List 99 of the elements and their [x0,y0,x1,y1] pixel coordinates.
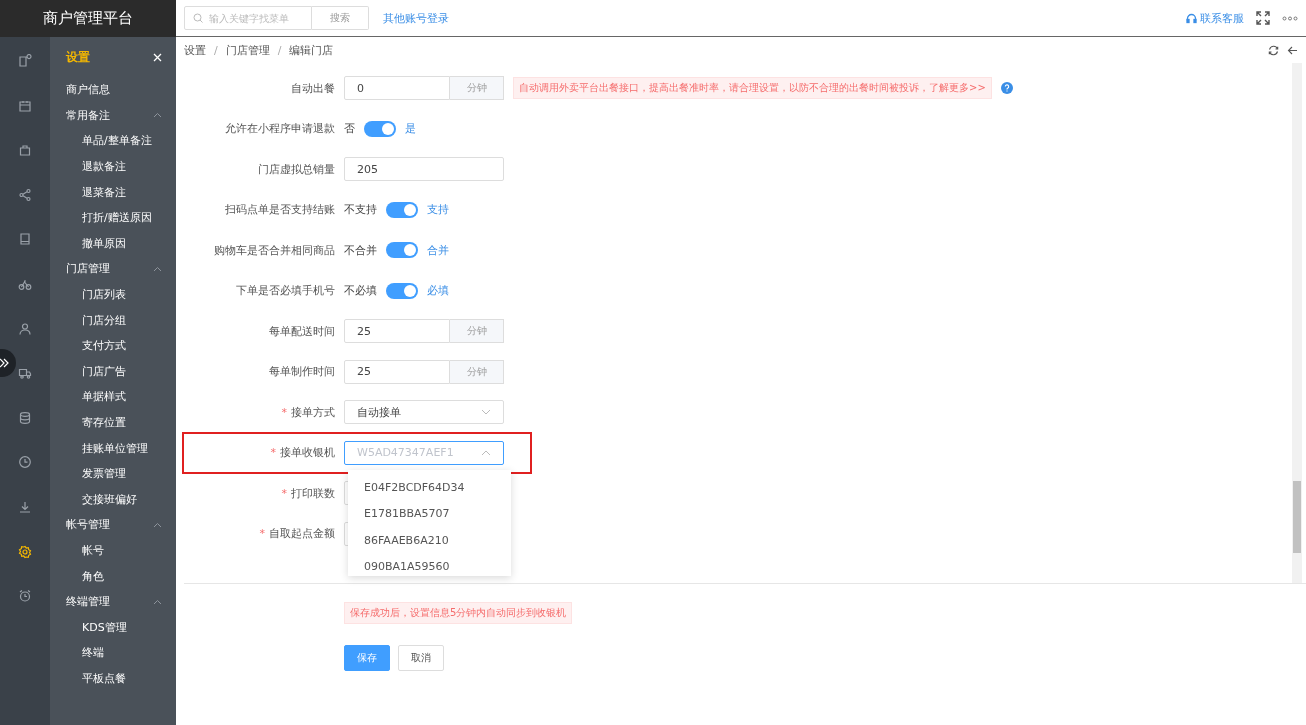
number-field[interactable]: 25 [344,319,450,344]
submenu-item[interactable]: KDS管理 [66,614,162,641]
submenu-item[interactable]: 门店列表 [66,281,162,308]
label-text: 自取起点金额 [269,527,335,541]
label-text: 每单制作时间 [269,365,335,379]
toggle-switch[interactable] [364,120,396,137]
menu-group[interactable]: 常用备注 [66,107,110,123]
submenu-item[interactable]: 挂账单位管理 [66,435,162,461]
calendar-icon[interactable] [18,98,32,113]
support-link[interactable]: 联系客服 [1200,10,1244,26]
submenu-item[interactable]: 打折/赠送原因 [66,204,162,231]
db-icon[interactable] [18,410,32,425]
breadcrumb-item[interactable]: 设置 [184,42,206,58]
breadcrumb-separator: / [277,43,282,57]
required-mark: * [281,486,287,500]
submenu-item[interactable]: 门店广告 [66,358,162,385]
label-text: 打印联数 [291,486,335,500]
switch-on-label: 是 [405,121,416,137]
label-text: 下单是否必填手机号 [236,284,335,298]
clock-icon[interactable] [18,455,32,470]
required-mark: * [281,405,287,419]
submenu-item[interactable]: 帐号 [66,537,162,564]
scrollbar[interactable] [1292,63,1302,583]
label-text: 自动出餐 [291,81,335,95]
tablet-icon[interactable] [18,232,32,247]
submenu-item[interactable]: 寄存位置 [66,409,162,436]
switch-on-label: 支持 [427,202,449,218]
select-field[interactable]: 自动接单 [344,400,504,425]
help-icon[interactable] [1000,82,1013,95]
toggle-switch[interactable] [386,201,418,218]
switch-off-label: 否 [344,121,355,137]
switch-on-label: 合并 [427,242,449,258]
unit-label: 分钟 [450,76,504,101]
submenu-item[interactable]: 终端 [66,640,162,666]
label-text: 门店虚拟总销量 [258,162,335,176]
dropdown-option[interactable]: 090BA1A59560 [348,553,511,576]
label-text: 每单配送时间 [269,324,335,338]
notice-text: 自动调用外卖平台出餐接口，提高出餐准时率，请合理设置，以防不合理的出餐时间被投诉，了解更多>> [513,77,992,100]
cancel-button[interactable]: 取消 [398,645,444,671]
submenu-item[interactable]: 角色 [66,563,162,589]
submenu-item[interactable]: 退菜备注 [66,179,162,205]
breadcrumb-item[interactable]: 门店管理 [225,42,270,58]
notice-text: 保存成功后，设置信息5分钟内自动同步到收银机 [344,602,573,624]
submenu-item[interactable]: 单品/整单备注 [66,128,162,154]
switch-off-label: 不必填 [344,283,377,299]
switch-on-label: 必填 [427,283,449,299]
select-placeholder: W5AD47347AEF1 [357,446,454,460]
breadcrumb-item: 编辑门店 [289,42,334,58]
switch-off-label: 不合并 [344,242,377,258]
alarm-icon[interactable] [18,589,32,604]
share-icon[interactable] [18,187,32,202]
submenu-item[interactable]: 支付方式 [66,332,162,359]
toggle-switch[interactable] [386,242,418,259]
menu-item[interactable]: 商户信息 [66,77,162,103]
label-text: 允许在小程序申请退款 [225,122,335,136]
back-arrow-icon[interactable] [1287,44,1298,56]
fullscreen-icon[interactable] [1256,11,1270,25]
user-icon[interactable] [18,321,32,336]
download-icon[interactable] [18,499,32,514]
submenu-item[interactable]: 单据样式 [66,384,162,410]
label-text: 扫码点单是否支持结账 [225,203,335,217]
breadcrumb-separator: / [214,43,218,57]
submenu-item[interactable]: 撤单原因 [66,230,162,257]
menu-group[interactable]: 门店管理 [66,261,110,277]
required-mark: * [259,527,265,541]
app-title: 商户管理平台 [0,0,176,37]
select-value: 自动接单 [357,404,401,420]
truck-icon[interactable] [18,366,32,381]
switch-account-link[interactable]: 其他账号登录 [383,10,449,26]
headset-icon [1186,12,1197,24]
menu-group[interactable]: 终端管理 [66,594,110,610]
more-icon[interactable] [1282,15,1298,21]
double-chevron-icon [0,358,9,368]
label-text: 购物车是否合并相同商品 [214,243,335,257]
menu-group[interactable]: 帐号管理 [66,517,110,533]
submenu-item[interactable]: 门店分组 [66,307,162,333]
gear-icon[interactable] [18,544,32,559]
bag-icon[interactable] [18,143,32,158]
dropdown-option[interactable]: E04F2BCDF64D34 [348,473,511,501]
unit-label: 分钟 [450,319,504,344]
menu-title: 设置 [66,49,90,65]
required-mark: * [270,446,276,460]
switch-off-label: 不支持 [344,202,377,218]
doc-icon[interactable] [18,54,32,68]
number-field[interactable]: 0 [344,76,450,101]
submenu-item[interactable]: 交接班偏好 [66,486,162,513]
refresh-icon[interactable] [1268,44,1279,56]
close-icon[interactable] [153,52,162,62]
label-text: 接单方式 [291,405,335,419]
submenu-item[interactable]: 退款备注 [66,153,162,180]
dropdown-option[interactable]: 86FAAEB6A210 [348,526,511,554]
label-text: 接单收银机 [280,446,335,460]
text-field[interactable]: 205 [344,157,504,182]
dropdown-option[interactable]: E1781BBA5707 [348,500,511,527]
submenu-item[interactable]: 平板点餐 [66,665,162,692]
number-field[interactable]: 25 [344,359,450,384]
submenu-item[interactable]: 发票管理 [66,460,162,487]
toggle-switch[interactable] [386,282,418,299]
unit-label: 分钟 [450,359,504,384]
